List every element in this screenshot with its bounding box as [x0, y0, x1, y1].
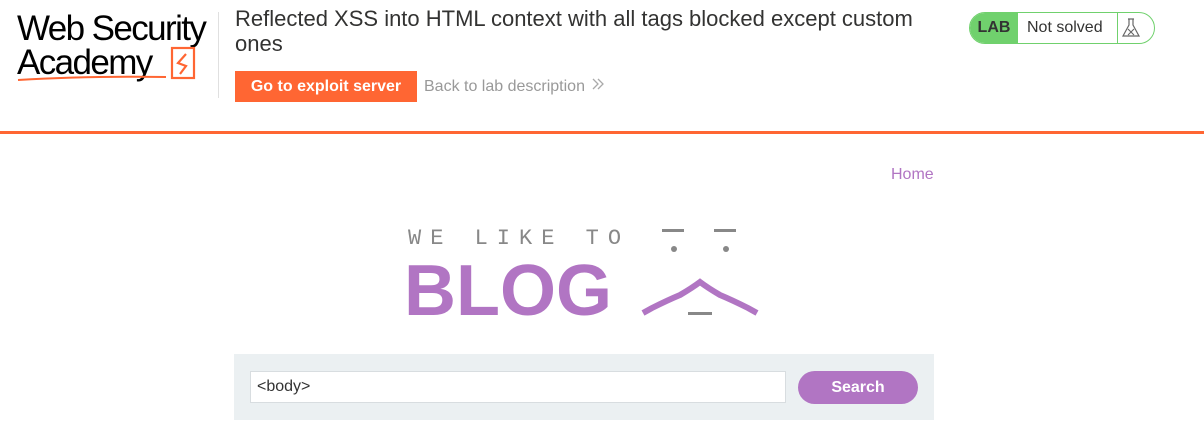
- home-link[interactable]: Home: [891, 166, 934, 184]
- status-separator: [1117, 13, 1118, 43]
- search-panel: Search: [234, 354, 934, 420]
- header-rule: [0, 131, 1204, 134]
- back-to-lab-description-link[interactable]: Back to lab description: [424, 77, 605, 96]
- lab-status-widget: LAB Not solved: [969, 12, 1155, 44]
- web-security-academy-logo[interactable]: Web Security Academy: [16, 10, 216, 84]
- go-to-exploit-server-button[interactable]: Go to exploit server: [235, 71, 417, 102]
- lab-status-text: Not solved: [1027, 19, 1103, 36]
- logo-swoosh-icon: [17, 46, 196, 81]
- we-like-to-blog-banner: WE LIKE TO BLOG: [400, 220, 770, 331]
- lab-title: Reflected XSS into HTML context with all…: [235, 6, 913, 56]
- banner-blog-word: BLOG: [404, 251, 612, 330]
- face-icon: [641, 229, 759, 316]
- header-divider: [218, 12, 219, 98]
- back-link-label: Back to lab description: [424, 77, 585, 95]
- lab-badge: LAB: [970, 13, 1018, 43]
- academy-header: Web Security Academy Reflected XSS into …: [0, 0, 1204, 132]
- double-chevron-right-icon: [591, 77, 605, 96]
- search-input[interactable]: [250, 371, 786, 403]
- banner-tagline: WE LIKE TO: [408, 226, 630, 251]
- search-button[interactable]: Search: [798, 371, 918, 404]
- flask-icon: [1121, 18, 1141, 37]
